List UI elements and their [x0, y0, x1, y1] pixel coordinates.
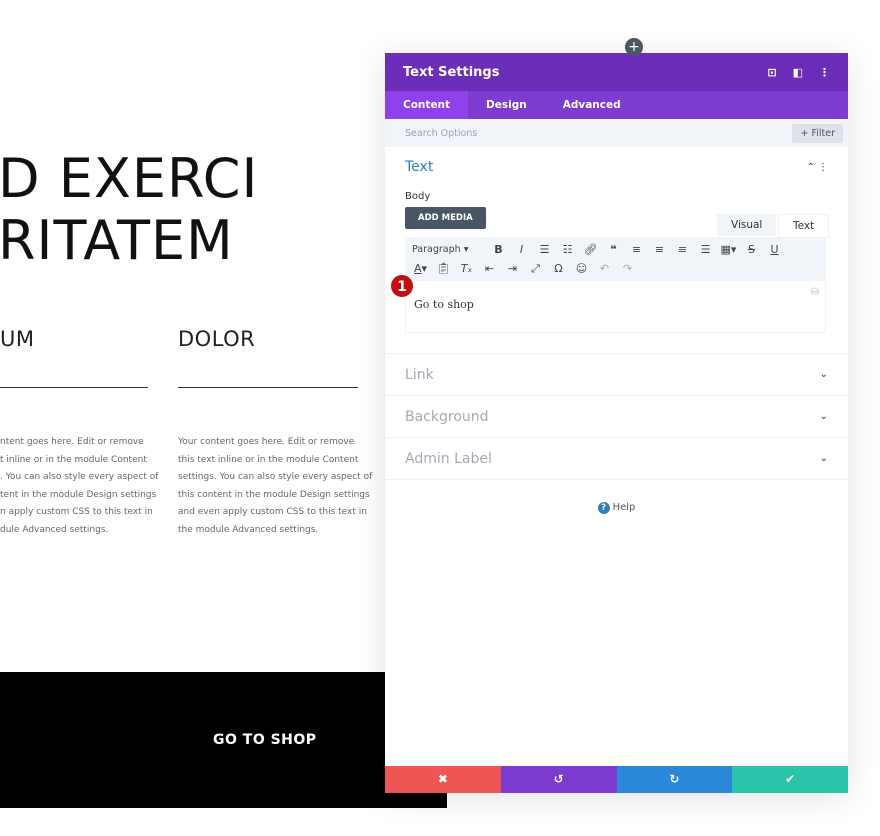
fullscreen-icon[interactable]: ⊡	[767, 66, 776, 79]
editor-content[interactable]: Go to shop	[414, 298, 474, 311]
undo-icon[interactable]: ↶	[593, 262, 616, 275]
bold-icon[interactable]: B	[487, 243, 510, 256]
dynamic-content-icon[interactable]: ⛁	[811, 287, 819, 298]
cta-text[interactable]: GO TO SHOP	[213, 732, 317, 748]
panel-footer: ✖ ↺ ↻ ✔	[385, 766, 848, 793]
hero-heading: D EXERCI RITATEM	[0, 148, 258, 272]
indent-icon[interactable]: ⇥	[501, 262, 524, 275]
chevron-down-icon[interactable]: ⌄	[820, 411, 828, 422]
underline-icon[interactable]: U	[763, 243, 786, 256]
justify-icon[interactable]: ☰	[694, 243, 717, 256]
bullet-list-icon[interactable]: ☰	[533, 243, 556, 256]
section-title-text[interactable]: Text	[405, 159, 806, 175]
panel-tabs: Content Design Advanced	[385, 91, 848, 119]
search-bar: Search Options + Filter	[385, 119, 848, 147]
italic-icon[interactable]: I	[510, 243, 533, 256]
tab-design[interactable]: Design	[468, 91, 545, 119]
redo-icon[interactable]: ↷	[616, 262, 639, 275]
cancel-button[interactable]: ✖	[385, 766, 501, 793]
step-badge: 1	[390, 274, 414, 298]
tab-visual[interactable]: Visual	[717, 214, 777, 236]
divider	[178, 387, 358, 388]
format-select[interactable]: Paragraph ▾	[409, 244, 487, 255]
body-label: Body	[405, 191, 431, 202]
column-heading: DOLOR	[178, 327, 256, 351]
panel-title: Text Settings	[403, 64, 500, 80]
align-left-icon[interactable]: ≡	[625, 243, 648, 256]
special-char-icon[interactable]: Ω	[547, 262, 570, 275]
editor-toolbar: Paragraph ▾ B I ☰ ☷ 🔗︎ ❝ ≡ ≡ ≡ ☰ ▦▾ S U A▾ 📋︎ Tₓ ⇤ ⇥ ⤢ Ω ☺ ↶…	[405, 237, 826, 281]
undo-button[interactable]: ↺	[500, 766, 617, 793]
align-right-icon[interactable]: ≡	[671, 243, 694, 256]
text-section: Text ⌃ ⋮ Body ADD MEDIA Visual Text Parag…	[385, 147, 848, 354]
section-admin-label[interactable]: Admin Label ⌄	[385, 438, 848, 480]
settings-panel: Text Settings ⊡ ◧ ⋮ Content Design Advan…	[385, 53, 848, 793]
save-button[interactable]: ✔	[732, 766, 848, 793]
section-link[interactable]: Link ⌄	[385, 354, 848, 396]
fullscreen-editor-icon[interactable]: ⤢	[524, 262, 547, 276]
strikethrough-icon[interactable]: S	[740, 243, 763, 256]
column-heading: UM	[0, 327, 35, 351]
divider	[0, 387, 148, 388]
numbered-list-icon[interactable]: ☷	[556, 243, 579, 256]
chevron-down-icon[interactable]: ⌄	[820, 453, 828, 464]
outdent-icon[interactable]: ⇤	[478, 262, 501, 275]
add-section-icon[interactable]: +	[625, 38, 643, 56]
help-icon: ?	[597, 502, 610, 514]
chevron-up-icon[interactable]: ⌃ ⋮	[806, 162, 828, 173]
clear-format-icon[interactable]: Tₓ	[455, 262, 478, 275]
search-input[interactable]: Search Options	[405, 128, 792, 139]
body-editor[interactable]: Go to shop ⛁	[405, 281, 826, 333]
column-text: Your content goes here. Edit or remove th…	[178, 437, 373, 535]
align-center-icon[interactable]: ≡	[648, 243, 671, 256]
paste-icon[interactable]: 📋︎	[432, 262, 455, 275]
panel-header: Text Settings ⊡ ◧ ⋮	[385, 53, 848, 91]
section-background[interactable]: Background ⌄	[385, 396, 848, 438]
split-view-icon[interactable]: ◧	[793, 66, 803, 79]
text-color-icon[interactable]: A▾	[409, 262, 432, 275]
tab-text[interactable]: Text	[778, 214, 830, 238]
hero-line: RITATEM	[0, 209, 234, 272]
add-media-button[interactable]: ADD MEDIA	[405, 207, 486, 229]
help-link[interactable]: ? Help	[385, 502, 848, 514]
column-text: ntent goes here. Edit or remove t inline …	[0, 437, 159, 535]
tab-advanced[interactable]: Advanced	[545, 91, 639, 119]
chevron-down-icon[interactable]: ⌄	[820, 369, 828, 380]
table-icon[interactable]: ▦▾	[717, 243, 740, 256]
emoji-icon[interactable]: ☺	[570, 262, 593, 275]
hero-line: D EXERCI	[0, 147, 259, 210]
cta-block[interactable]: GO TO SHOP	[0, 672, 447, 808]
more-options-icon[interactable]: ⋮	[819, 66, 830, 79]
redo-button[interactable]: ↻	[616, 766, 733, 793]
link-icon[interactable]: 🔗︎	[579, 243, 602, 256]
tab-content[interactable]: Content	[385, 91, 469, 119]
blockquote-icon[interactable]: ❝	[602, 243, 625, 256]
filter-button[interactable]: + Filter	[792, 123, 843, 143]
